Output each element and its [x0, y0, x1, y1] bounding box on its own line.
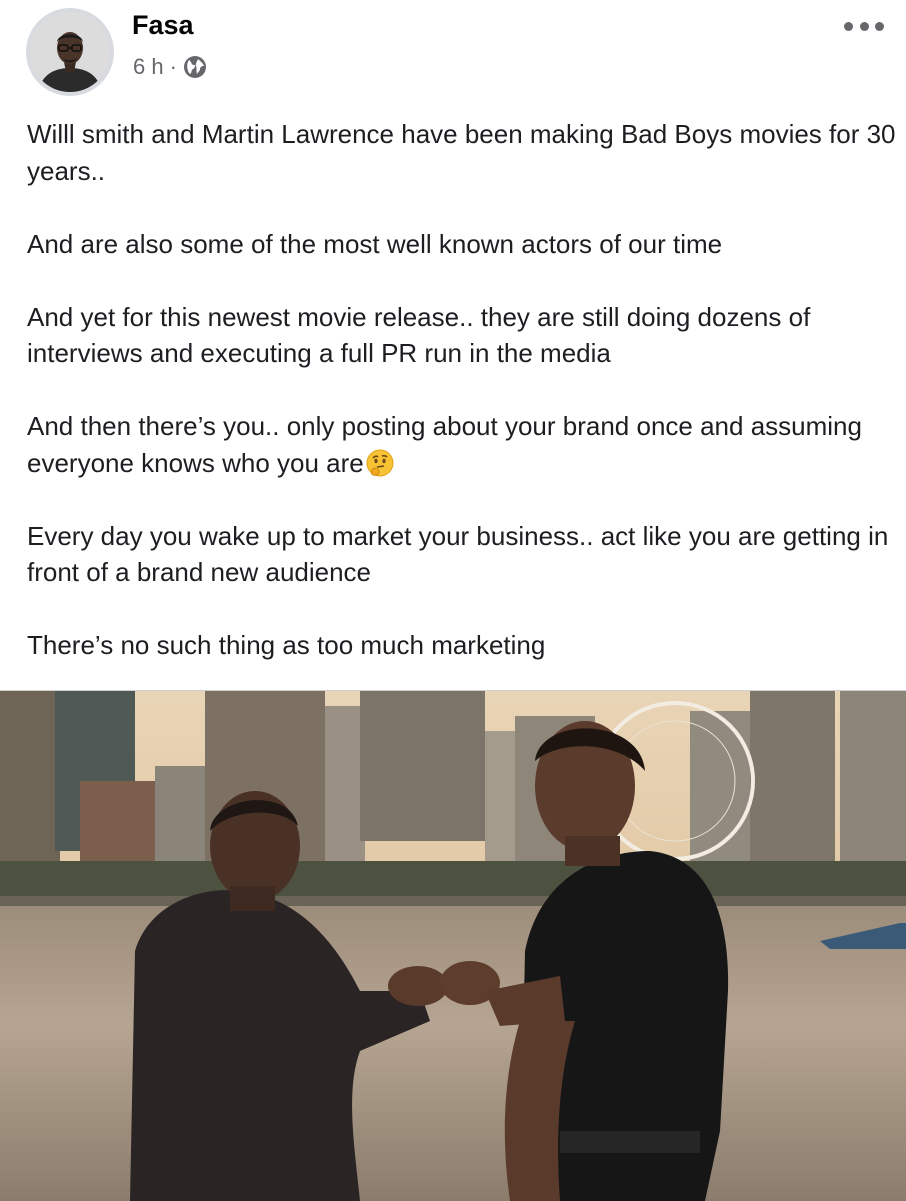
post-paragraph-6: There’s no such thing as too much market…	[27, 630, 546, 660]
post-body: Willl smith and Martin Lawrence have bee…	[27, 116, 897, 700]
thinking-face-emoji	[365, 448, 395, 478]
post-paragraph-4: And then there’s you.. only posting abou…	[27, 411, 862, 478]
post-meta: 6 h ·	[133, 54, 207, 80]
profile-photo	[30, 12, 110, 92]
avatar[interactable]	[26, 8, 114, 96]
more-dot	[844, 21, 853, 31]
post-paragraph-5: Every day you wake up to market your bus…	[27, 520, 889, 588]
post-paragraph-3: And yet for this newest movie release.. …	[27, 301, 811, 369]
post-paragraph-4-wrap: And then there’s you.. only posting abou…	[27, 408, 897, 481]
post-header: Fasa 6 h ·	[0, 0, 906, 110]
post-photo[interactable]	[0, 690, 906, 1201]
more-dot	[859, 21, 869, 31]
post-time[interactable]: 6 h	[133, 54, 164, 80]
post-paragraph-1: Willl smith and Martin Lawrence have bee…	[27, 119, 896, 186]
post-paragraph-2: And are also some of the most well known…	[27, 228, 723, 259]
more-options-icon[interactable]	[844, 14, 884, 38]
author-name[interactable]: Fasa	[132, 10, 194, 41]
globe-icon[interactable]	[183, 55, 207, 79]
more-dot	[875, 21, 884, 31]
meta-separator: ·	[169, 54, 177, 79]
